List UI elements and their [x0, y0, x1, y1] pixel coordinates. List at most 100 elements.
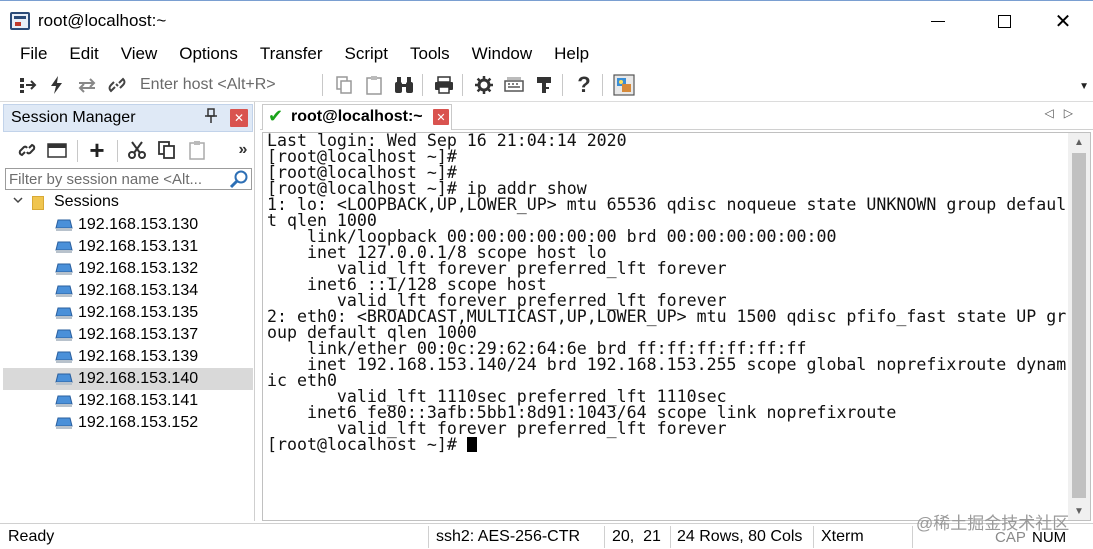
key-agent-icon[interactable] [532, 73, 556, 97]
toolbar-separator [602, 74, 603, 96]
disconnect-icon[interactable] [105, 73, 129, 97]
main-toolbar: ? ▼ [0, 68, 1093, 102]
computer-session-icon [55, 307, 73, 319]
session-item-label: 192.168.153.141 [78, 392, 199, 409]
scroll-up-icon[interactable]: ▲ [1068, 133, 1090, 151]
print-icon[interactable] [432, 73, 456, 97]
session-item[interactable]: 192.168.153.131 [3, 236, 253, 258]
cut-scissors-icon[interactable] [125, 138, 149, 162]
status-cipher: ssh2: AES-256-CTR [436, 528, 581, 545]
more-tools-chevron-icon[interactable]: » [231, 138, 255, 162]
gear-icon[interactable] [472, 73, 496, 97]
status-terminal-type: Xterm [821, 528, 864, 545]
scroll-down-icon[interactable]: ▼ [1068, 502, 1090, 520]
close-window-button[interactable]: ✕ [1040, 5, 1086, 37]
computer-session-icon [55, 351, 73, 363]
tab-bar: ✔ root@localhost:~ ✕ ◁▷ [260, 102, 1093, 130]
menu-edit[interactable]: Edit [58, 44, 109, 64]
paste-icon[interactable] [362, 73, 386, 97]
chevron-down-icon[interactable] [12, 194, 24, 209]
toolbar-separator [562, 74, 563, 96]
quick-connect-icon[interactable] [45, 73, 69, 97]
status-separator [912, 526, 913, 548]
copy-session-icon[interactable] [155, 138, 179, 162]
scrollbar-thumb[interactable] [1072, 153, 1086, 498]
terminal-line: 1: lo: <LOOPBACK,UP,LOWER_UP> mtu 65536 … [267, 195, 1067, 214]
session-filter-input[interactable] [6, 169, 228, 189]
terminal-line: inet 192.168.153.140/24 brd 192.168.153.… [267, 355, 1067, 374]
menu-script[interactable]: Script [334, 44, 399, 64]
computer-session-icon [55, 285, 73, 297]
window-title: root@localhost:~ [38, 11, 167, 30]
maximize-button[interactable] [981, 5, 1027, 37]
close-icon: ✕ [1054, 10, 1072, 33]
search-icon[interactable] [229, 169, 249, 189]
terminal-prompt-line: [root@localhost ~]# [267, 435, 1067, 453]
session-manager-close-button[interactable]: ✕ [230, 109, 248, 127]
session-item-label: 192.168.153.131 [78, 238, 199, 255]
menu-window[interactable]: Window [461, 44, 543, 64]
keymap-icon[interactable] [502, 73, 526, 97]
tab-scroll-arrows[interactable]: ◁▷ [1045, 106, 1083, 120]
session-item-label: 192.168.153.152 [78, 414, 199, 431]
session-item[interactable]: 192.168.153.141 [3, 390, 253, 412]
session-item[interactable]: 192.168.153.132 [3, 258, 253, 280]
pin-icon[interactable] [204, 108, 218, 128]
menu-view[interactable]: View [110, 44, 169, 64]
tab-root-localhost[interactable]: ✔ root@localhost:~ ✕ [262, 104, 452, 130]
session-item[interactable]: 192.168.153.130 [3, 214, 253, 236]
toolbar-separator [77, 140, 78, 162]
tab-scroll-left-icon[interactable]: ◁ [1045, 106, 1064, 120]
terminal-panel: ✔ root@localhost:~ ✕ ◁▷ Last login: Wed … [260, 102, 1093, 521]
session-item-label: 192.168.153.140 [78, 370, 199, 387]
computer-session-icon [55, 395, 73, 407]
paste-session-icon[interactable] [185, 138, 209, 162]
watermark: @稀土掘金技术社区 [916, 514, 1070, 533]
toolbar-separator [422, 74, 423, 96]
connect-icon[interactable] [16, 73, 40, 97]
minimize-button[interactable] [915, 5, 961, 37]
menu-help[interactable]: Help [543, 44, 600, 64]
new-session-plus-icon[interactable]: + [85, 135, 109, 165]
terminal-scrollbar[interactable]: ▲ ▼ [1068, 133, 1090, 520]
menu-transfer[interactable]: Transfer [249, 44, 334, 64]
toolbar-overflow-dropdown[interactable]: ▼ [1079, 81, 1089, 92]
find-binoculars-icon[interactable] [392, 73, 416, 97]
tab-close-button[interactable]: ✕ [433, 109, 449, 125]
close-icon: ✕ [436, 111, 446, 124]
folder-icon [32, 196, 44, 210]
status-separator [670, 526, 671, 548]
menu-file[interactable]: File [9, 44, 58, 64]
tab-scroll-right-icon[interactable]: ▷ [1064, 106, 1083, 120]
sessions-folder[interactable]: Sessions [3, 192, 253, 214]
enter-host-input[interactable] [134, 72, 320, 98]
connect-in-tab-icon[interactable] [45, 138, 69, 162]
reconnect-icon[interactable] [75, 73, 99, 97]
session-manager-title: Session Manager [11, 109, 136, 126]
title-bar: root@localhost:~ ✕ [0, 0, 1093, 40]
connect-link-icon[interactable] [15, 138, 39, 162]
menu-options[interactable]: Options [168, 44, 249, 64]
session-item[interactable]: 192.168.153.140 [3, 368, 253, 390]
terminal-prompt: [root@localhost ~]# [267, 435, 467, 453]
session-item[interactable]: 192.168.153.134 [3, 280, 253, 302]
computer-session-icon [55, 373, 73, 385]
session-item-label: 192.168.153.139 [78, 348, 199, 365]
terminal-output: Last login: Wed Sep 16 21:04:14 2020 [roo… [267, 133, 1067, 453]
session-item[interactable]: 192.168.153.135 [3, 302, 253, 324]
copy-icon[interactable] [332, 73, 356, 97]
session-item-label: 192.168.153.137 [78, 326, 199, 343]
session-item[interactable]: 192.168.153.152 [3, 412, 253, 434]
computer-session-icon [55, 241, 73, 253]
status-separator [604, 526, 605, 548]
terminal-screen[interactable]: Last login: Wed Sep 16 21:04:14 2020 [roo… [262, 132, 1091, 521]
status-separator [813, 526, 814, 548]
session-item-label: 192.168.153.134 [78, 282, 199, 299]
session-manager-panel: Session Manager ✕ + » Filter by session … [0, 102, 255, 521]
help-icon[interactable]: ? [572, 72, 596, 97]
sftp-icon[interactable] [612, 73, 636, 97]
session-item[interactable]: 192.168.153.139 [3, 346, 253, 368]
session-item[interactable]: 192.168.153.137 [3, 324, 253, 346]
menu-tools[interactable]: Tools [399, 44, 461, 64]
status-terminal-size: 24 Rows, 80 Cols [677, 528, 803, 545]
